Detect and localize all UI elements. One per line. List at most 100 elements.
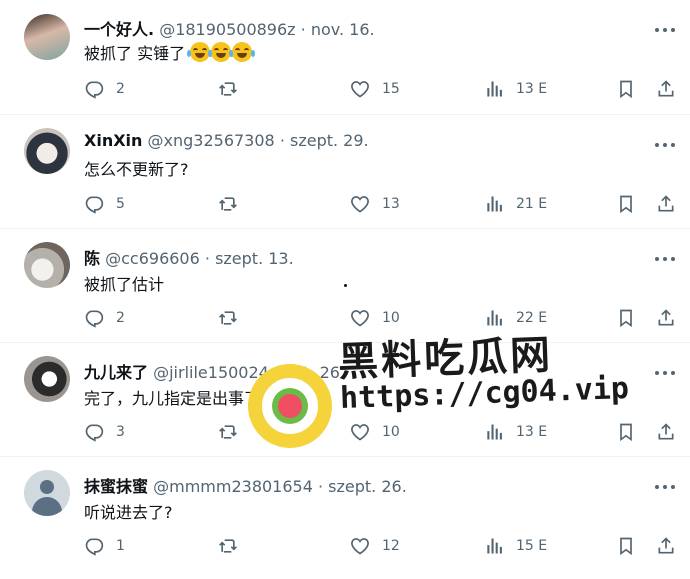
reply-icon — [84, 194, 104, 214]
display-name[interactable]: 一个好人. — [84, 20, 154, 39]
tweet-actions: 2 15 13 E — [84, 77, 690, 101]
user-handle[interactable]: @18190500896z — [159, 20, 295, 39]
retweet-button[interactable] — [218, 534, 238, 558]
tweet[interactable]: 抹蜜抹蜜 @mmmm23801654 · szept. 26. 听说进去了? 1… — [0, 456, 690, 579]
share-icon — [656, 308, 676, 328]
retweet-button[interactable] — [218, 306, 238, 330]
reply-icon — [84, 536, 104, 556]
reply-count: 5 — [116, 196, 125, 212]
like-icon — [350, 422, 370, 442]
display-name[interactable]: XinXin — [84, 131, 142, 150]
avatar[interactable] — [24, 470, 70, 516]
retweet-button[interactable] — [218, 192, 238, 216]
like-icon — [350, 79, 370, 99]
share-icon — [656, 422, 676, 442]
tweet-actions: 2 10 22 E — [84, 306, 690, 330]
view-count: 21 E — [516, 196, 548, 212]
more-icon[interactable] — [654, 251, 676, 267]
retweet-icon — [218, 308, 238, 328]
tweet[interactable]: XinXin @xng32567308 · szept. 29. 怎么不更新了?… — [0, 114, 690, 229]
reply-button[interactable]: 1 — [84, 534, 125, 558]
tweet-text: 被抓了 实锤了 — [84, 40, 256, 64]
like-icon — [350, 536, 370, 556]
views-button[interactable]: 21 E — [484, 192, 547, 216]
retweet-icon — [218, 79, 238, 99]
bookmark-button[interactable] — [616, 192, 636, 216]
tweet-text: 听说进去了? — [84, 499, 173, 523]
views-button[interactable]: 13 E — [484, 77, 547, 101]
tweet-text: 完了，九儿指定是出事了 — [84, 385, 260, 409]
view-count: 13 E — [516, 424, 548, 440]
tweet-header: XinXin @xng32567308 · szept. 29. — [84, 131, 369, 150]
views-icon — [484, 536, 504, 556]
timestamp[interactable]: szept. 29. — [290, 131, 369, 150]
stray-dot — [344, 284, 347, 287]
timestamp[interactable]: nov. 16. — [311, 20, 375, 39]
views-button[interactable]: 15 E — [484, 534, 547, 558]
like-button[interactable]: 12 — [350, 534, 400, 558]
like-count: 10 — [382, 310, 400, 326]
avatar[interactable] — [24, 128, 70, 174]
views-icon — [484, 79, 504, 99]
like-button[interactable]: 13 — [350, 192, 400, 216]
share-button[interactable] — [656, 306, 676, 330]
like-icon — [350, 308, 370, 328]
more-icon[interactable] — [654, 137, 676, 153]
reply-button[interactable]: 2 — [84, 306, 125, 330]
bookmark-button[interactable] — [616, 534, 636, 558]
bookmark-button[interactable] — [616, 420, 636, 444]
like-button[interactable]: 10 — [350, 420, 400, 444]
views-button[interactable]: 13 E — [484, 420, 547, 444]
tweet-actions: 3 10 13 E — [84, 420, 690, 444]
timestamp[interactable]: szept. 13. — [215, 249, 294, 268]
tweet-header: 一个好人. @18190500896z · nov. 16. — [84, 16, 375, 40]
share-button[interactable] — [656, 534, 676, 558]
reply-button[interactable]: 3 — [84, 420, 125, 444]
avatar[interactable] — [24, 356, 70, 402]
more-icon[interactable] — [654, 365, 676, 381]
bookmark-icon — [616, 536, 636, 556]
display-name[interactable]: 陈 — [84, 249, 100, 268]
reply-button[interactable]: 5 — [84, 192, 125, 216]
watermark-watermelon-icon — [272, 388, 308, 424]
more-icon[interactable] — [654, 479, 676, 495]
user-handle[interactable]: @mmmm23801654 — [153, 477, 313, 496]
user-handle[interactable]: @xng32567308 — [148, 131, 275, 150]
share-button[interactable] — [656, 420, 676, 444]
retweet-button[interactable] — [218, 77, 238, 101]
tweet-text-content: 怎么不更新了? — [84, 160, 189, 179]
more-icon[interactable] — [654, 22, 676, 38]
laughing-emoji-icon — [229, 42, 256, 62]
display-name[interactable]: 抹蜜抹蜜 — [84, 477, 148, 496]
tweet-header: 陈 @cc696606 · szept. 13. — [84, 245, 294, 269]
share-icon — [656, 536, 676, 556]
avatar[interactable] — [24, 242, 70, 288]
bookmark-button[interactable] — [616, 77, 636, 101]
retweet-button[interactable] — [218, 420, 238, 444]
like-button[interactable]: 10 — [350, 306, 400, 330]
reply-count: 1 — [116, 538, 125, 554]
user-handle[interactable]: @cc696606 — [105, 249, 200, 268]
user-handle[interactable]: @jirlile150024 — [153, 363, 269, 382]
like-count: 12 — [382, 538, 400, 554]
timestamp[interactable]: szept. 26. — [328, 477, 407, 496]
view-count: 15 E — [516, 538, 548, 554]
avatar[interactable] — [24, 14, 70, 60]
tweet-text: 怎么不更新了? — [84, 156, 189, 180]
tweet[interactable]: 一个好人. @18190500896z · nov. 16. 被抓了 实锤了 2… — [0, 0, 690, 115]
default-avatar-body — [32, 497, 62, 516]
retweet-icon — [218, 536, 238, 556]
reply-icon — [84, 422, 104, 442]
like-button[interactable]: 15 — [350, 77, 400, 101]
tweet-text-content: 被抓了 实锤了 — [84, 44, 186, 63]
separator: · — [300, 20, 306, 39]
bookmark-button[interactable] — [616, 306, 636, 330]
views-icon — [484, 194, 504, 214]
separator: · — [279, 131, 285, 150]
view-count: 13 E — [516, 81, 548, 97]
display-name[interactable]: 九儿来了 — [84, 363, 148, 382]
tweet-text-content: 被抓了估计 — [84, 275, 165, 294]
share-button[interactable] — [656, 192, 676, 216]
share-button[interactable] — [656, 77, 676, 101]
reply-button[interactable]: 2 — [84, 77, 125, 101]
